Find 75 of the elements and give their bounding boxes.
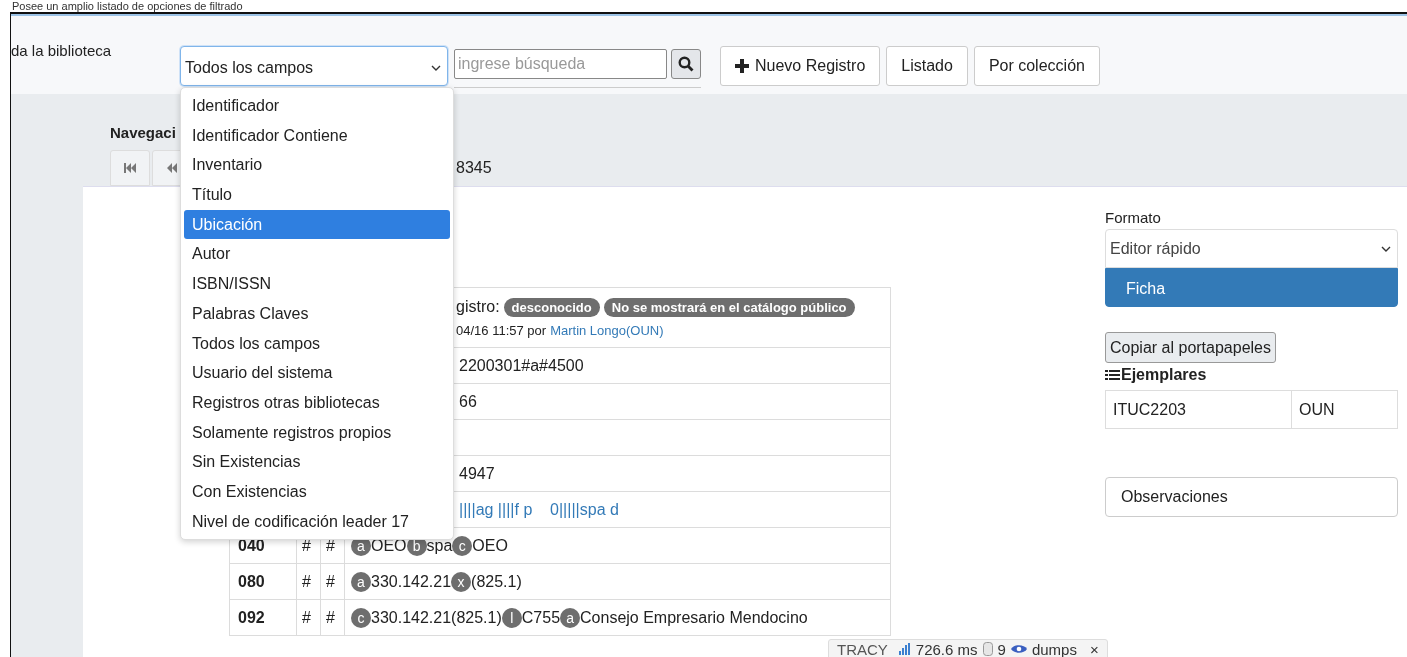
record-number: 8345: [456, 159, 492, 177]
field-value: 2200301#a#4500: [459, 356, 584, 374]
caption-text: Posee un amplio listado de opciones de filtrado: [11, 0, 244, 12]
dropdown-option[interactable]: Sin Existencias: [184, 447, 450, 477]
navigation-title: Navegaci: [110, 124, 176, 143]
nav-button[interactable]: [110, 150, 150, 186]
field-value: 66: [459, 392, 477, 410]
subfield-code: a: [560, 607, 581, 628]
subfield-value: Consejo Empresario Mendocino: [580, 608, 808, 626]
copies-title: Ejemplares: [1121, 366, 1207, 384]
list-icon: [1105, 368, 1120, 382]
table-cell: OUN: [1291, 390, 1398, 429]
chevron-down-icon: [431, 65, 441, 71]
debug-bar-title: TRACY: [837, 640, 888, 657]
chevron-down-icon: [1381, 245, 1391, 252]
dropdown-option[interactable]: Con Existencias: [184, 476, 450, 507]
copy-button[interactable]: Copiar al portapapeles: [1105, 332, 1276, 363]
status-badge: No se mostrará en el catálogo público: [603, 297, 855, 317]
subfield-value: OEO: [472, 536, 508, 554]
dropdown-option[interactable]: Usuario del sistema: [184, 358, 450, 388]
dropdown-option[interactable]: Identificador Contiene: [184, 120, 450, 151]
search-field[interactable]: ingrese búsqueda: [454, 49, 667, 79]
table-cell: ITUC2203: [1105, 390, 1292, 429]
search-icon: [678, 56, 694, 72]
indicator: #: [320, 563, 345, 600]
format-label: Formato: [1105, 209, 1161, 226]
library-label: da la biblioteca: [11, 42, 113, 59]
subfield-code: l: [501, 607, 522, 628]
dumps-label: dumps: [1031, 640, 1077, 657]
field-link[interactable]: ||||ag ||||f p 0|||||spa d: [459, 500, 619, 518]
indicator: #: [296, 563, 321, 600]
subfield-value: spa: [426, 536, 453, 554]
dropdown-option[interactable]: Ubicación: [184, 209, 450, 240]
eye-icon: [1010, 644, 1027, 654]
toolbar-button[interactable]: Por colección: [973, 46, 1100, 86]
dropdown-option[interactable]: Palabras Claves: [184, 298, 450, 329]
dropdown-option[interactable]: Solamente registros propios: [184, 417, 450, 448]
toolbar-button[interactable]: Nuevo Registro: [720, 46, 881, 86]
query-count: 9: [997, 640, 1006, 657]
search-button[interactable]: [671, 49, 701, 79]
format-select[interactable]: Editor rápido: [1105, 229, 1398, 268]
status-label: gistro:: [456, 298, 500, 316]
dropdown-option[interactable]: Todos los campos: [184, 328, 450, 359]
modified-text: 04/16 11:57 por: [456, 322, 547, 338]
subfield-value: C755: [521, 608, 561, 626]
subfield-code: x: [451, 571, 472, 592]
dropdown-option[interactable]: Título: [184, 180, 450, 210]
toolbar-button[interactable]: Listado: [886, 46, 968, 86]
bar-chart-icon: [898, 643, 911, 655]
dropdown-option[interactable]: Registros otras bibliotecas: [184, 387, 450, 418]
dropdown-option[interactable]: ISBN/ISSN: [184, 269, 450, 299]
subfield-value: 330.142.21(825.1): [371, 608, 502, 626]
indicator: #: [320, 599, 345, 636]
field-tag: 080: [229, 563, 297, 600]
subfield-code: c: [452, 535, 473, 556]
subfield-code: a: [351, 571, 371, 592]
plus-icon: [735, 59, 749, 73]
field-select[interactable]: Todos los campos: [180, 46, 448, 86]
dropdown-option[interactable]: Identificador: [184, 91, 450, 121]
close-button[interactable]: ×: [1089, 640, 1099, 657]
status-badge: desconocido: [503, 297, 600, 317]
author-link[interactable]: Martin Longo(OUN): [550, 322, 664, 338]
subfield-value: (825.1): [471, 572, 522, 590]
indicator: #: [296, 599, 321, 636]
field-value: 4947: [459, 464, 495, 482]
notes-panel[interactable]: Observaciones: [1105, 477, 1398, 517]
dropdown-option[interactable]: Autor: [184, 239, 450, 270]
view-option[interactable]: Ficha: [1105, 268, 1398, 307]
timing-text: 726.6 ms: [915, 640, 978, 657]
dropdown-option[interactable]: Inventario: [184, 150, 450, 181]
skip-back-icon: [124, 163, 136, 173]
rewind-icon: [167, 163, 177, 173]
subfield-code: c: [351, 607, 371, 628]
field-tag: 092: [229, 599, 297, 636]
subfield-value: 330.142.21: [371, 572, 452, 590]
